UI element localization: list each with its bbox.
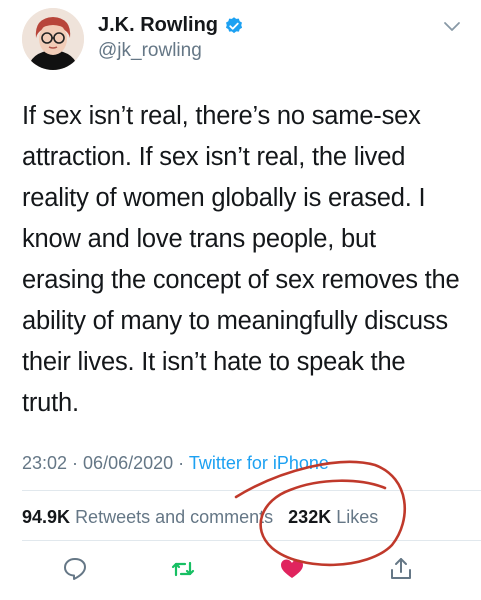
- tweet-text: If sex isn’t real, there’s no same-sex a…: [22, 102, 460, 417]
- author-name-row: J.K. Rowling: [98, 14, 244, 37]
- verified-badge-icon: [226, 16, 243, 33]
- divider: [22, 490, 481, 491]
- comment-icon[interactable]: [62, 556, 88, 582]
- avatar-image: [22, 8, 84, 70]
- tweet-time[interactable]: 23:02: [22, 453, 67, 473]
- retweets-count: 94.9K: [22, 507, 71, 527]
- chevron-down-icon[interactable]: [442, 20, 462, 34]
- tweet-source-link[interactable]: Twitter for iPhone: [189, 453, 329, 473]
- likes-label: Likes: [336, 507, 379, 527]
- avatar[interactable]: [22, 8, 84, 70]
- divider: [22, 540, 481, 541]
- likes-count: 232K: [288, 507, 332, 527]
- tweet-stats: 94.9K Retweets and comments 232K Likes: [22, 507, 378, 528]
- likes-stat[interactable]: 232K Likes: [288, 507, 378, 527]
- like-icon[interactable]: [279, 556, 305, 582]
- meta-separator: ·: [173, 453, 189, 473]
- author-handle[interactable]: @jk_rowling: [98, 40, 202, 62]
- retweets-stat[interactable]: 94.9K Retweets and comments: [22, 507, 273, 527]
- retweets-label: Retweets and comments: [75, 507, 274, 527]
- meta-separator: ·: [67, 453, 84, 473]
- author-name[interactable]: J.K. Rowling: [98, 14, 218, 37]
- retweet-icon[interactable]: [170, 556, 196, 582]
- tweet-meta: 23:02 · 06/06/2020 · Twitter for iPhone: [22, 453, 329, 474]
- tweet-date[interactable]: 06/06/2020: [83, 453, 173, 473]
- share-icon[interactable]: [388, 556, 414, 582]
